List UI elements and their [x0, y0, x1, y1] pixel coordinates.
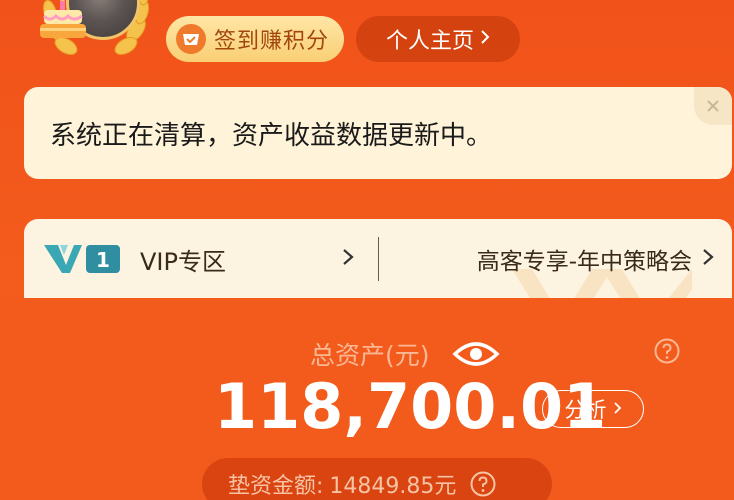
chevron-right-icon: [613, 398, 622, 420]
vip-zone-label: VIP专区: [140, 247, 226, 276]
analyze-button[interactable]: 分析: [542, 390, 644, 428]
checkin-button[interactable]: 签到赚积分: [166, 16, 344, 62]
advance-amount-label: 垫资金额:: [228, 474, 324, 499]
account-page: 签到赚积分 个人主页 系统正在清算，资产收益数据更新中。 1 VIP专区 高客专…: [0, 0, 734, 500]
avatar-badge[interactable]: [26, 0, 166, 72]
vip-divider: [378, 237, 379, 281]
help-icon[interactable]: [470, 471, 496, 497]
advance-amount-pill: 垫资金额: 14849.85元: [202, 458, 552, 500]
checkin-icon: [176, 24, 206, 54]
strategy-meeting-label: 高客专享-年中策略会: [476, 249, 692, 275]
notice-close-button[interactable]: [694, 87, 732, 125]
eye-icon[interactable]: [451, 340, 500, 368]
checkin-label: 签到赚积分: [214, 29, 330, 54]
notice-text: 系统正在清算，资产收益数据更新中。: [50, 121, 493, 151]
personal-homepage-button[interactable]: 个人主页: [356, 16, 520, 62]
total-assets-panel: 总资产(元) 118,700.01 分析 垫资金额: 14849.85元: [0, 298, 734, 500]
vip-level-number: 1: [96, 248, 110, 272]
vip-level-logo-icon: 1: [44, 245, 120, 273]
settlement-notice: 系统正在清算，资产收益数据更新中。: [24, 87, 732, 179]
advance-amount-value: 14849.85元: [329, 474, 457, 499]
strategy-meeting-entry[interactable]: 高客专享-年中策略会: [380, 219, 732, 299]
birthday-cake-icon: [40, 0, 86, 38]
total-assets-title: 总资产(元): [310, 341, 430, 370]
close-icon: [707, 100, 719, 112]
chevron-right-icon: [702, 245, 714, 273]
vip-zone-entry[interactable]: 1 VIP专区: [24, 219, 378, 299]
analyze-label: 分析: [564, 398, 607, 422]
chevron-right-icon: [342, 245, 354, 273]
chevron-right-icon: [480, 28, 490, 50]
personal-homepage-label: 个人主页: [385, 29, 474, 54]
help-icon[interactable]: [654, 338, 680, 364]
total-assets-header: 总资产(元): [310, 336, 500, 372]
